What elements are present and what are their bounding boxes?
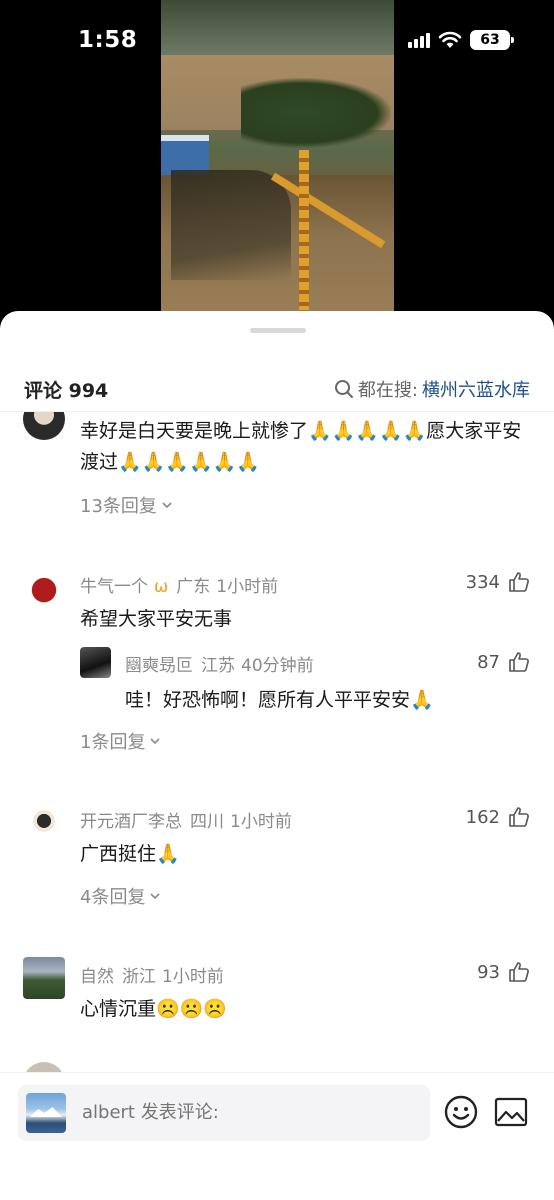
timestamp: 1小时前 [162, 967, 224, 987]
like-count: 93 [477, 961, 500, 983]
comment-item: 开元酒厂李总 四川 1小时前 162 广西挺住🙏 4条回复 [0, 802, 554, 912]
location: 江苏 [201, 656, 235, 676]
comment-item: 幸好是白天要是晚上就惨了🙏🙏🙏🙏🙏愿大家平安渡过🙏🙏🙏🙏🙏🙏 13条回复 [0, 412, 554, 528]
thumbs-up-icon [509, 652, 529, 672]
reply-meta: 圝奭昮叵 江苏 40分钟前 [125, 651, 314, 676]
like-count: 162 [465, 806, 500, 828]
badge-icon: ѡ [154, 577, 169, 597]
view-replies-button[interactable]: 13条回复 [80, 492, 173, 518]
chevron-down-icon [150, 893, 161, 900]
comment-text: 广西挺住🙏 [80, 843, 180, 865]
avatar[interactable] [23, 567, 65, 609]
thumbs-up-icon [509, 807, 529, 827]
comment-item: 自然 浙江 1小时前 93 心情沉重☹️☹️☹️ [0, 957, 554, 1037]
status-time: 1:58 [78, 27, 138, 53]
comment-sheet: 评论 994 都在搜: 横州六蓝水库 幸好是白天要是晚上就惨了🙏🙏🙏🙏🙏愿大家平… [0, 311, 554, 1200]
location: 浙江 [122, 967, 156, 987]
avatar[interactable] [23, 1062, 65, 1072]
comment-text: 心情沉重☹️☹️☹️ [80, 998, 227, 1020]
user-avatar [26, 1093, 66, 1133]
comment-list: 幸好是白天要是晚上就惨了🙏🙏🙏🙏🙏愿大家平安渡过🙏🙏🙏🙏🙏🙏 13条回复 牛气一… [0, 412, 554, 1072]
thumbs-up-icon [509, 572, 529, 592]
view-replies-button[interactable]: 4条回复 [80, 883, 161, 909]
replies-label: 1条回复 [80, 732, 146, 753]
search-term[interactable]: 横州六蓝水库 [422, 376, 530, 402]
avatar[interactable] [23, 412, 65, 440]
like-button[interactable]: 334 [466, 571, 530, 593]
battery-icon: 63 [470, 30, 514, 50]
location: 四川 [190, 812, 224, 832]
username[interactable]: 牛气一个 [80, 577, 148, 597]
video-frame [161, 0, 394, 330]
location: 广东 [176, 577, 211, 597]
avatar[interactable] [23, 802, 65, 844]
chevron-down-icon [150, 738, 161, 745]
wifi-icon [438, 31, 462, 49]
replies-label: 4条回复 [80, 887, 146, 908]
replies-label: 13条回复 [80, 496, 157, 517]
comment-text: 幸好是白天要是晚上就惨了🙏🙏🙏🙏🙏愿大家平安渡过🙏🙏🙏🙏🙏🙏 [80, 420, 522, 473]
comment-meta: 自然 浙江 1小时前 [80, 962, 224, 987]
sheet-grabber-handle[interactable] [250, 328, 306, 333]
like-count: 87 [477, 651, 500, 673]
timestamp: 1小时前 [230, 812, 292, 832]
username[interactable]: 自然 [80, 967, 114, 987]
like-button[interactable]: 93 [477, 961, 530, 983]
thumbs-up-icon [509, 962, 529, 982]
search-icon [334, 380, 353, 398]
comment-input[interactable] [82, 1085, 412, 1141]
timestamp: 1小时前 [216, 577, 279, 597]
status-icons: 63 [408, 30, 514, 50]
comment-meta: 牛气一个 ѡ 广东 1小时前 [80, 572, 278, 597]
like-button[interactable]: 162 [466, 806, 530, 828]
avatar[interactable] [80, 647, 111, 678]
reply-text: 哇！好恐怖啊！愿所有人平平安安🙏 [125, 689, 434, 711]
like-count: 334 [465, 571, 500, 593]
comment-header: 评论 994 都在搜: 横州六蓝水库 [0, 367, 554, 411]
username[interactable]: 开元酒厂李总 [80, 812, 182, 832]
search-prefix: 都在搜: [357, 380, 418, 401]
comment-item [0, 1062, 554, 1072]
comment-composer-bar [0, 1072, 554, 1200]
timestamp: 40分钟前 [241, 656, 314, 676]
cellular-signal-icon [408, 32, 430, 48]
comment-count: 评论 994 [24, 379, 109, 402]
comment-input-box[interactable] [18, 1085, 430, 1141]
smiley-icon[interactable] [444, 1095, 478, 1129]
comment-text: 希望大家平安无事 [80, 608, 233, 630]
like-button[interactable]: 87 [477, 651, 530, 673]
reply-item: 圝奭昮叵 江苏 40分钟前 87 哇！好恐怖啊！愿所有人平平安安🙏 [80, 647, 554, 711]
comment-meta: 开元酒厂李总 四川 1小时前 [80, 807, 292, 832]
chevron-down-icon [162, 502, 172, 509]
avatar[interactable] [23, 957, 65, 999]
comment-item: 牛气一个 ѡ 广东 1小时前 334 希望大家平安无事 圝奭昮叵 江苏 40分钟前 87 [0, 567, 554, 767]
username[interactable]: 圝奭昮叵 [125, 656, 193, 676]
image-icon[interactable] [494, 1097, 528, 1127]
view-replies-button[interactable]: 1条回复 [80, 728, 161, 754]
trending-search-link[interactable]: 都在搜: 横州六蓝水库 [334, 376, 530, 402]
